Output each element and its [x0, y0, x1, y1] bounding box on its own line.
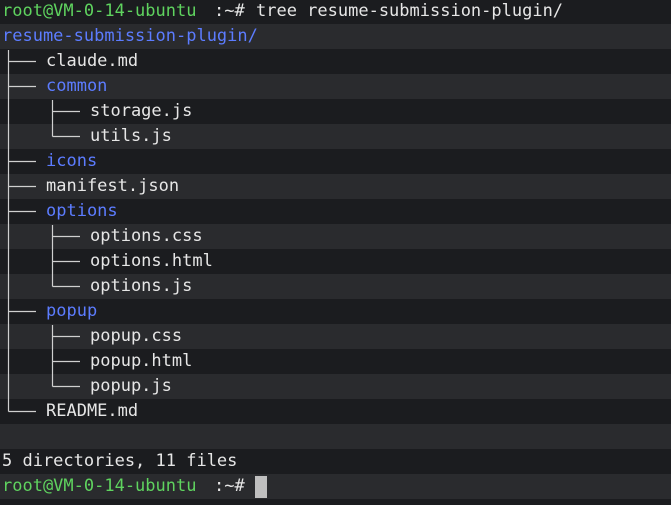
- list-item: options.html: [0, 249, 671, 274]
- prompt-path: :~#: [214, 1, 245, 21]
- list-item: popup: [0, 299, 671, 324]
- list-item: options.js: [0, 274, 671, 299]
- tree-entry-label: options.css: [90, 226, 203, 246]
- list-item: manifest.json: [0, 174, 671, 199]
- tree-entry-label: options.js: [90, 276, 193, 296]
- text-cursor: [255, 476, 267, 498]
- tree-entry-label: icons: [46, 151, 98, 171]
- list-item: popup.html: [0, 349, 671, 374]
- list-item: common: [0, 74, 671, 99]
- list-item: utils.js: [0, 124, 671, 149]
- tree-entry-label: options.html: [90, 251, 213, 271]
- list-item: icons: [0, 149, 671, 174]
- terminal-window[interactable]: root@VM-0-14-ubuntu :~# tree resume-subm…: [0, 0, 671, 505]
- prompt-user-host: root@VM-0-14-ubuntu: [2, 476, 197, 496]
- list-item: options.css: [0, 224, 671, 249]
- tree-entry-label: utils.js: [90, 126, 172, 146]
- input-prompt-line[interactable]: root@VM-0-14-ubuntu :~#: [0, 474, 671, 499]
- tree-root: resume-submission-plugin/: [0, 24, 671, 49]
- list-item: storage.js: [0, 99, 671, 124]
- list-item: claude.md: [0, 49, 671, 74]
- prompt-path: :~#: [214, 476, 245, 496]
- list-item: popup.js: [0, 374, 671, 399]
- tree-entry-label: popup.css: [90, 326, 183, 346]
- summary-line: 5 directories, 11 files: [0, 449, 671, 474]
- tree-entry-label: popup.html: [90, 351, 193, 371]
- list-item: options: [0, 199, 671, 224]
- command-text: tree resume-submission-plugin/: [256, 1, 564, 21]
- prompt-user-host: root@VM-0-14-ubuntu: [2, 1, 197, 21]
- tree-entry-label: manifest.json: [46, 176, 180, 196]
- tree-entry-label: README.md: [46, 401, 139, 421]
- command-line: root@VM-0-14-ubuntu :~# tree resume-subm…: [0, 0, 671, 24]
- tree-entry-label: options: [46, 201, 118, 221]
- blank-line: [0, 424, 671, 449]
- tree-root-label: resume-submission-plugin/: [2, 26, 258, 46]
- tree-entry-label: popup: [46, 301, 98, 321]
- tree-entry-label: common: [46, 76, 108, 96]
- tree-entry-label: claude.md: [46, 51, 139, 71]
- tree-entry-label: popup.js: [90, 376, 172, 396]
- summary-text: 5 directories, 11 files: [2, 451, 238, 471]
- list-item: popup.css: [0, 324, 671, 349]
- tree-entry-label: storage.js: [90, 101, 193, 121]
- list-item: README.md: [0, 399, 671, 424]
